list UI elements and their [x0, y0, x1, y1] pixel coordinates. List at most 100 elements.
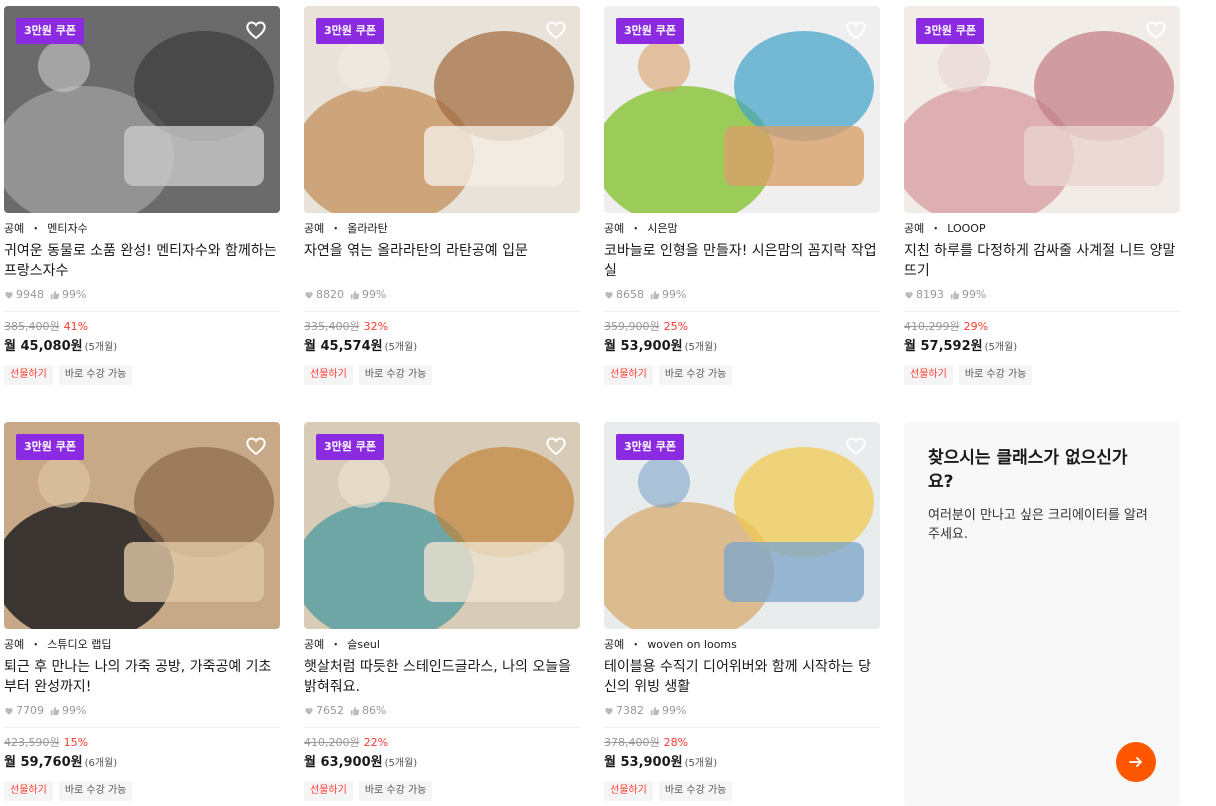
- heart-icon[interactable]: [244, 18, 268, 42]
- separator-dot: ・: [330, 222, 342, 235]
- class-stats: 7709 99%: [4, 703, 280, 719]
- original-price: 410,200원: [304, 736, 360, 749]
- like-count: 8658: [616, 288, 644, 301]
- class-thumbnail[interactable]: 3만원 쿠폰: [604, 422, 880, 629]
- creator-name[interactable]: 멘티자수: [47, 222, 87, 235]
- satisfaction-rate: 86%: [362, 704, 387, 717]
- request-class-card[interactable]: 찾으시는 클래스가 없으신가요? 여러분이 만나고 싶은 크리에이터를 알려주세…: [904, 422, 1180, 806]
- heart-count-icon: [305, 707, 313, 715]
- separator-dot: ・: [630, 222, 642, 235]
- original-price: 385,400원: [4, 320, 60, 333]
- class-title[interactable]: 퇴근 후 만나는 나의 가죽 공방, 가죽공예 기초부터 완성까지!: [4, 657, 280, 697]
- class-thumbnail[interactable]: 3만원 쿠폰: [304, 6, 580, 213]
- class-stats: 7382 99%: [604, 703, 880, 719]
- original-price: 410,299원: [904, 320, 960, 333]
- satisfaction-rate: 99%: [62, 704, 87, 717]
- like-count: 8820: [316, 288, 344, 301]
- divider: [304, 311, 580, 312]
- separator-dot: ・: [30, 638, 42, 651]
- divider: [904, 311, 1180, 312]
- arrow-right-icon: [1129, 757, 1142, 767]
- class-card[interactable]: 3만원 쿠폰 공예 ・ 올라라탄 자연을 엮는 올라라탄의 라탄공예 입문 8820…: [304, 6, 580, 385]
- heart-icon[interactable]: [544, 434, 568, 458]
- monthly-amount: 월 45,080원: [4, 339, 83, 354]
- class-stats: 8193 99%: [904, 287, 1180, 303]
- price-row: 410,200원 22%: [304, 736, 580, 750]
- instant-access-tag: 바로 수강 가능: [658, 365, 733, 385]
- heart-icon[interactable]: [844, 18, 868, 42]
- arrow-right-button[interactable]: [1116, 742, 1156, 782]
- thumbs-up-icon: [350, 706, 360, 716]
- separator-dot: ・: [30, 222, 42, 235]
- class-thumbnail[interactable]: 3만원 쿠폰: [604, 6, 880, 213]
- price-row: 410,299원 29%: [904, 320, 1180, 334]
- thumbs-up-icon: [650, 706, 660, 716]
- heart-icon[interactable]: [244, 434, 268, 458]
- like-count: 9948: [16, 288, 44, 301]
- tag-row: 선물하기 바로 수강 가능: [4, 365, 280, 385]
- installment-months: (5개월): [984, 342, 1018, 353]
- coupon-badge: 3만원 쿠폰: [916, 18, 984, 44]
- category-label: 공예: [304, 222, 325, 235]
- class-card[interactable]: 3만원 쿠폰 공예 ・ woven on looms 테이블용 수직기 디어위버와 …: [604, 422, 880, 801]
- instant-access-tag: 바로 수강 가능: [358, 781, 433, 801]
- class-title[interactable]: 귀여운 동물로 소품 완성! 멘티자수와 함께하는 프랑스자수: [4, 241, 280, 281]
- thumbs-up-icon: [50, 706, 60, 716]
- price-row: 423,590원 15%: [4, 736, 280, 750]
- class-title[interactable]: 지친 하루를 다정하게 감싸줄 사계절 니트 양말 뜨기: [904, 241, 1180, 281]
- class-card[interactable]: 3만원 쿠폰 공예 ・ 슬seul 햇살처럼 따듯한 스테인드글라스, 나의 오늘을…: [304, 422, 580, 801]
- original-price: 335,400원: [304, 320, 360, 333]
- monthly-price: 월 59,760원 (6개월): [4, 754, 280, 773]
- heart-icon[interactable]: [844, 434, 868, 458]
- heart-icon[interactable]: [544, 18, 568, 42]
- category-creator: 공예 ・ 올라라탄: [304, 221, 580, 237]
- installment-months: (5개월): [384, 758, 418, 769]
- category-label: 공예: [904, 222, 925, 235]
- monthly-amount: 월 59,760원: [4, 755, 83, 770]
- heart-icon[interactable]: [1144, 18, 1168, 42]
- thumbs-up-icon: [50, 290, 60, 300]
- class-thumbnail[interactable]: 3만원 쿠폰: [4, 422, 280, 629]
- creator-name[interactable]: 시은맘: [647, 222, 677, 235]
- coupon-badge: 3만원 쿠폰: [616, 18, 684, 44]
- gift-tag: 선물하기: [4, 781, 53, 801]
- tag-row: 선물하기 바로 수강 가능: [604, 365, 880, 385]
- class-stats: 8820 99%: [304, 287, 580, 303]
- creator-name[interactable]: LOOOP: [947, 222, 985, 235]
- class-thumbnail[interactable]: 3만원 쿠폰: [304, 422, 580, 629]
- class-title[interactable]: 자연을 엮는 올라라탄의 라탄공예 입문: [304, 241, 580, 281]
- monthly-price: 월 53,900원 (5개월): [604, 338, 880, 357]
- discount-rate: 28%: [663, 736, 689, 749]
- instant-access-tag: 바로 수강 가능: [658, 781, 733, 801]
- installment-months: (5개월): [384, 342, 418, 353]
- gift-tag: 선물하기: [604, 365, 653, 385]
- discount-rate: 41%: [63, 320, 89, 333]
- promo-title: 찾으시는 클래스가 없으신가요?: [928, 448, 1128, 492]
- creator-name[interactable]: 슬seul: [347, 638, 380, 651]
- installment-months: (5개월): [684, 342, 718, 353]
- tag-row: 선물하기 바로 수강 가능: [904, 365, 1180, 385]
- class-thumbnail[interactable]: 3만원 쿠폰: [4, 6, 280, 213]
- category-label: 공예: [604, 638, 625, 651]
- separator-dot: ・: [930, 222, 942, 235]
- tag-row: 선물하기 바로 수강 가능: [304, 365, 580, 385]
- class-card[interactable]: 3만원 쿠폰 공예 ・ 시은맘 코바늘로 인형을 만들자! 시은맘의 꼼지락 작업실…: [604, 6, 880, 385]
- divider: [4, 727, 280, 728]
- creator-name[interactable]: 스튜디오 랩딥: [47, 638, 111, 651]
- monthly-price: 월 57,592원 (5개월): [904, 338, 1180, 357]
- class-card[interactable]: 3만원 쿠폰 공예 ・ LOOOP 지친 하루를 다정하게 감싸줄 사계절 니트 양…: [904, 6, 1180, 385]
- class-thumbnail[interactable]: 3만원 쿠폰: [904, 6, 1180, 213]
- coupon-badge: 3만원 쿠폰: [16, 434, 84, 460]
- discount-rate: 32%: [363, 320, 389, 333]
- class-card[interactable]: 3만원 쿠폰 공예 ・ 스튜디오 랩딥 퇴근 후 만나는 나의 가죽 공방, 가죽공…: [4, 422, 280, 801]
- monthly-amount: 월 53,900원: [604, 755, 683, 770]
- creator-name[interactable]: woven on looms: [647, 638, 737, 651]
- monthly-price: 월 45,080원 (5개월): [4, 338, 280, 357]
- discount-rate: 25%: [663, 320, 689, 333]
- heart-count-icon: [605, 707, 613, 715]
- class-title[interactable]: 햇살처럼 따듯한 스테인드글라스, 나의 오늘을 밝혀줘요.: [304, 657, 580, 697]
- class-title[interactable]: 코바늘로 인형을 만들자! 시은맘의 꼼지락 작업실: [604, 241, 880, 281]
- creator-name[interactable]: 올라라탄: [347, 222, 387, 235]
- class-card[interactable]: 3만원 쿠폰 공예 ・ 멘티자수 귀여운 동물로 소품 완성! 멘티자수와 함께하는…: [4, 6, 280, 385]
- class-title[interactable]: 테이블용 수직기 디어위버와 함께 시작하는 당신의 위빙 생활: [604, 657, 880, 697]
